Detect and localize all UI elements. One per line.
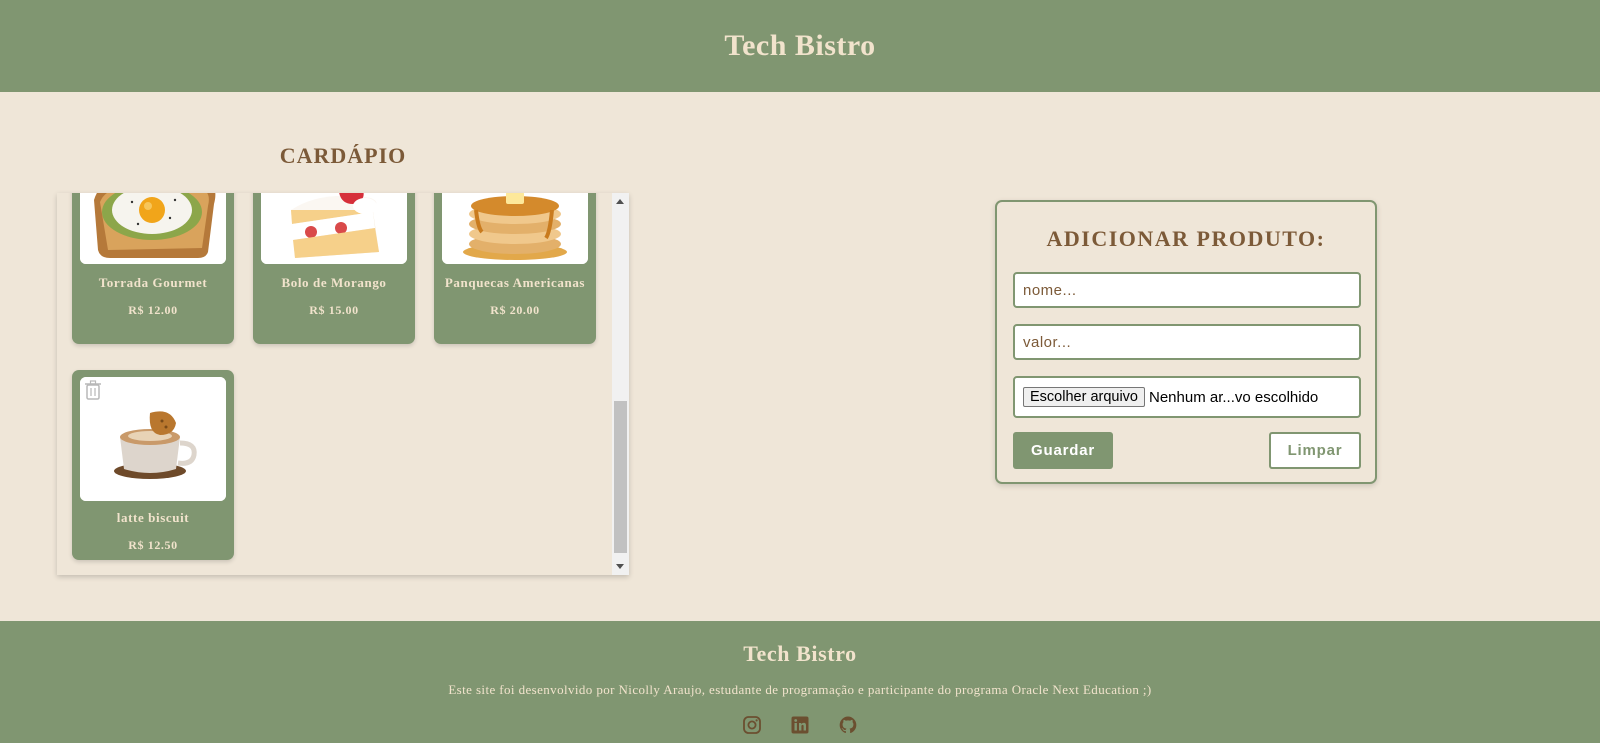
file-status-text: Nenhum ar...vo escolhido bbox=[1149, 388, 1319, 406]
product-name: Torrada Gourmet bbox=[98, 275, 208, 290]
product-price: R$ 15.00 bbox=[309, 303, 359, 317]
product-name: Bolo de Morango bbox=[281, 275, 387, 290]
strawberry-cake-slice-image bbox=[261, 193, 407, 264]
product-name: latte biscuit bbox=[116, 510, 190, 525]
social-links bbox=[0, 715, 1600, 735]
product-price: R$ 20.00 bbox=[490, 303, 540, 317]
scroll-down-arrow-icon[interactable] bbox=[616, 564, 624, 569]
footer-title: Tech Bistro bbox=[743, 641, 857, 666]
clear-button[interactable]: Limpar bbox=[1269, 432, 1361, 469]
linkedin-icon[interactable] bbox=[790, 715, 810, 735]
product-image bbox=[442, 193, 588, 264]
site-title: Tech Bistro bbox=[724, 29, 876, 62]
site-footer: Tech Bistro Este site foi desenvolvido p… bbox=[0, 621, 1600, 743]
github-icon[interactable] bbox=[838, 715, 858, 735]
menu-scrollbar[interactable] bbox=[612, 193, 629, 575]
product-image bbox=[80, 193, 226, 264]
trash-icon[interactable] bbox=[84, 380, 102, 400]
product-price: R$ 12.00 bbox=[128, 303, 178, 317]
scroll-up-arrow-icon[interactable] bbox=[616, 199, 624, 204]
pancake-stack-image bbox=[442, 193, 588, 264]
product-name: Panquecas Americanas bbox=[444, 275, 586, 290]
save-button[interactable]: Guardar bbox=[1013, 432, 1113, 469]
image-file-input[interactable]: Escolher arquivo Nenhum ar...vo escolhid… bbox=[1013, 376, 1361, 418]
menu-card[interactable]: Torrada Gourmet R$ 12.00 bbox=[72, 193, 234, 344]
product-price: R$ 12.50 bbox=[128, 538, 178, 552]
footer-description: Este site foi desenvolvido por Nicolly A… bbox=[448, 682, 1152, 697]
name-input[interactable] bbox=[1013, 272, 1361, 308]
menu-panel[interactable]: Torrada Gourmet R$ 12.00 Bolo de Morango… bbox=[57, 193, 629, 575]
menu-card[interactable]: latte biscuit R$ 12.50 bbox=[72, 370, 234, 560]
menu-card[interactable]: Bolo de Morango R$ 15.00 bbox=[253, 193, 415, 344]
menu-title: CARDÁPIO bbox=[279, 143, 407, 168]
choose-file-button[interactable]: Escolher arquivo bbox=[1023, 387, 1145, 407]
value-input[interactable] bbox=[1013, 324, 1361, 360]
product-image bbox=[261, 193, 407, 264]
menu-grid: Torrada Gourmet R$ 12.00 Bolo de Morango… bbox=[57, 193, 612, 575]
instagram-icon[interactable] bbox=[742, 715, 762, 735]
add-product-form: ADICIONAR PRODUTO: Escolher arquivo Nenh… bbox=[995, 200, 1377, 484]
menu-card[interactable]: Panquecas Americanas R$ 20.00 bbox=[434, 193, 596, 344]
site-header: Tech Bistro bbox=[0, 0, 1600, 92]
form-title: ADICIONAR PRODUTO: bbox=[1046, 226, 1326, 251]
avocado-toast-egg-image bbox=[80, 193, 226, 264]
scrollbar-thumb[interactable] bbox=[614, 401, 627, 553]
